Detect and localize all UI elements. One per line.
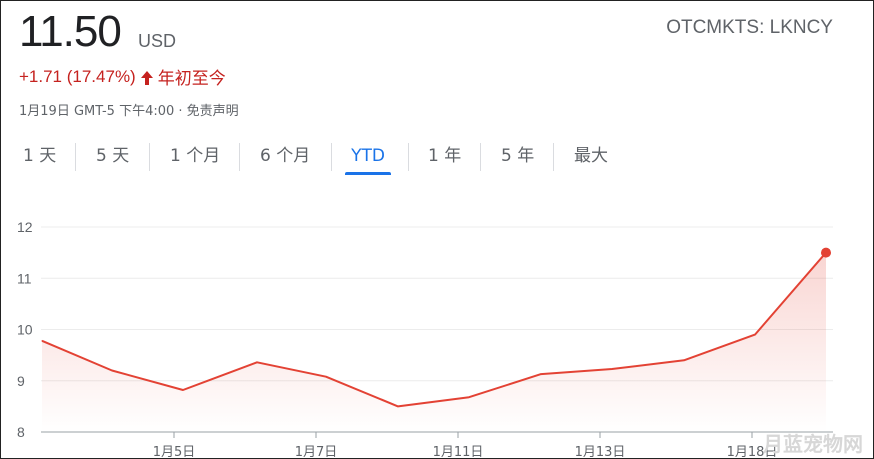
- y-tick-label: 10: [17, 322, 33, 338]
- tab-5-year[interactable]: 5 年: [501, 141, 534, 175]
- arrow-up-icon: [140, 70, 154, 86]
- x-tick-label: 1月11日: [433, 445, 484, 458]
- tab-divider: [75, 143, 76, 171]
- tab-6-month[interactable]: 6 个月: [260, 141, 310, 175]
- price-point: [683, 359, 685, 361]
- tab-1-day[interactable]: 1 天: [23, 141, 56, 175]
- y-tick-label: 11: [17, 270, 32, 286]
- price-point: [325, 376, 327, 378]
- price-point: [256, 361, 258, 363]
- tab-5-day[interactable]: 5 天: [96, 141, 129, 175]
- range-tabs: 1 天 5 天 1 个月 6 个月 YTD 1 年 5 年 最大: [1, 141, 701, 175]
- tab-divider: [239, 143, 240, 171]
- price-point: [182, 389, 184, 391]
- price-point: [397, 405, 399, 407]
- tab-1-month[interactable]: 1 个月: [170, 141, 220, 175]
- tab-label: YTD: [351, 146, 385, 166]
- y-tick-label: 8: [17, 424, 25, 440]
- price-point: [754, 334, 756, 336]
- tab-label: 5 年: [501, 146, 535, 166]
- price-point: [41, 340, 43, 342]
- tab-label: 5 天: [96, 146, 130, 166]
- price-point: [468, 396, 470, 398]
- tab-label: 1 天: [23, 146, 57, 166]
- currency-label: USD: [138, 31, 177, 51]
- tab-divider: [553, 143, 554, 171]
- stock-card: 11.50 USD OTCMKTS: LKNCY +1.71 (17.47%) …: [0, 0, 874, 459]
- tab-label: 1 个月: [170, 146, 221, 166]
- tab-max[interactable]: 最大: [574, 141, 608, 175]
- price-point: [111, 370, 113, 371]
- price-point: [540, 373, 542, 375]
- price-chart[interactable]: 891011121月5日 1月7日 1月11日 1月13日 1月18日: [1, 201, 873, 458]
- y-tick-label: 9: [17, 373, 25, 389]
- x-tick-label: 1月7日: [295, 445, 338, 458]
- watermark: 月蓝宠物网: [763, 432, 863, 456]
- tab-divider: [408, 143, 409, 171]
- timestamp-disclaimer[interactable]: 1月19日 GMT-5 下午4:00 · 免责声明: [19, 100, 239, 119]
- active-tab-indicator: [345, 172, 391, 175]
- period-label: 年初至今: [157, 69, 226, 88]
- price-point: [611, 368, 613, 370]
- tab-label: 1 年: [428, 146, 462, 166]
- tab-label: 最大: [574, 146, 608, 166]
- price-value: 11.50: [19, 7, 122, 56]
- ticker-symbol: OTCMKTS: LKNCY: [666, 17, 833, 38]
- change-value: +1.71 (17.47%): [19, 66, 136, 86]
- tab-1-year[interactable]: 1 年: [428, 141, 461, 175]
- y-tick-label: 12: [17, 219, 33, 235]
- last-price-point: [821, 247, 831, 258]
- tab-divider: [480, 143, 481, 171]
- price-area-fill: [42, 252, 826, 432]
- price-change: +1.71 (17.47%) 年初至今: [19, 64, 226, 89]
- tab-label: 6 个月: [260, 146, 311, 166]
- tab-divider: [331, 143, 332, 171]
- tab-ytd[interactable]: YTD: [345, 141, 391, 175]
- tab-divider: [149, 143, 150, 171]
- x-tick-label: 1月5日: [153, 445, 196, 458]
- x-tick-label: 1月13日: [575, 445, 626, 458]
